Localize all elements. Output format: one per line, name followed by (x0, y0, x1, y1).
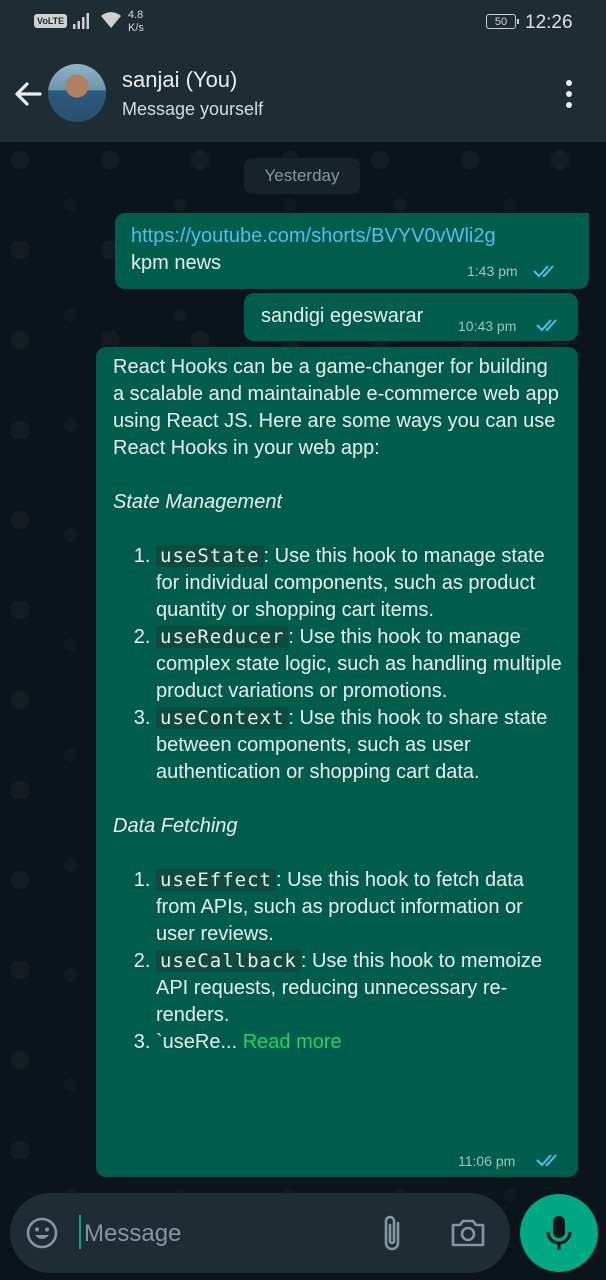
contact-name[interactable]: sanjai (You) (122, 67, 237, 93)
camera-icon[interactable] (450, 1215, 486, 1251)
status-clock: 12:26 (525, 12, 573, 33)
message-time: 11:06 pm (458, 1153, 516, 1169)
network-speed: 4.8 K/s (128, 9, 144, 34)
message-composer (10, 1193, 510, 1273)
mic-icon (546, 1216, 572, 1250)
message-bubble[interactable]: React Hooks can be a game-changer for bu… (96, 347, 578, 1177)
date-chip: Yesterday (244, 158, 360, 194)
section-heading: Data Fetching (113, 815, 238, 837)
battery-indicator: 50 (486, 14, 519, 29)
status-bar: VoLTE 4.8 K/s 50 12:26 (0, 0, 606, 46)
list-item: `useRe... Read more (156, 1029, 563, 1056)
more-options-icon[interactable] (556, 78, 582, 110)
avatar[interactable] (48, 64, 106, 122)
double-check-icon (536, 1154, 557, 1167)
code-snippet: useCallback (156, 950, 301, 972)
wifi-icon (101, 12, 121, 28)
message-input[interactable] (82, 1211, 366, 1257)
double-check-icon (533, 265, 554, 278)
message-link[interactable]: https://youtube.com/shorts/BVYV0vWli2g (131, 225, 496, 248)
list-item: useContext: Use this hook to share state… (156, 705, 563, 786)
hook-list: useEffect: Use this hook to fetch data f… (113, 867, 563, 1056)
back-arrow-icon[interactable] (10, 76, 46, 112)
message-text: sandigi egeswarar (261, 305, 424, 327)
read-more-link[interactable]: Read more (243, 1031, 342, 1053)
mic-button[interactable] (520, 1194, 598, 1272)
chat-header: sanjai (You) Message yourself (0, 46, 606, 142)
message-intro: React Hooks can be a game-changer for bu… (113, 356, 559, 459)
text-caret (79, 1215, 81, 1249)
list-item: useCallback: Use this hook to memoize AP… (156, 948, 563, 1029)
contact-subtitle: Message yourself (122, 99, 264, 119)
list-item: useState: Use this hook to manage state … (156, 543, 563, 624)
message-time: 1:43 pm (467, 263, 518, 279)
list-item: useReducer: Use this hook to manage comp… (156, 624, 563, 705)
code-snippet: useContext (156, 707, 289, 729)
code-snippet: useReducer (156, 626, 289, 648)
code-snippet: useEffect (156, 869, 276, 891)
message-time: 10:43 pm (458, 318, 517, 334)
signal-icon (73, 13, 89, 29)
message-bubble[interactable]: https://youtube.com/shorts/BVYV0vWli2g k… (115, 213, 589, 289)
hook-list: useState: Use this hook to manage state … (113, 543, 563, 786)
double-check-icon (536, 319, 557, 332)
volte-badge: VoLTE (34, 14, 68, 28)
message-bubble[interactable]: sandigi egeswarar 10:43 pm (244, 293, 578, 341)
message-text: kpm news (131, 252, 222, 274)
list-item: useEffect: Use this hook to fetch data f… (156, 867, 563, 948)
attach-icon[interactable] (378, 1213, 406, 1253)
section-heading: State Management (113, 491, 282, 513)
message-body: React Hooks can be a game-changer for bu… (113, 354, 563, 1056)
code-snippet: useState (156, 545, 264, 567)
emoji-icon[interactable] (24, 1215, 60, 1251)
